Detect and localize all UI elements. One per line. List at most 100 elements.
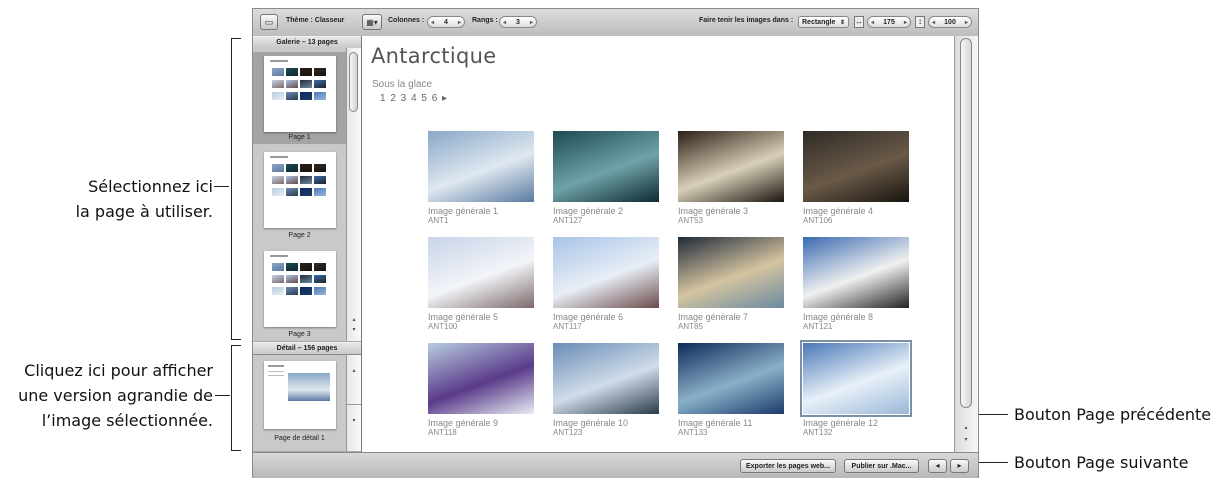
detail-label: Page de détail 1 [274,435,325,442]
right-arrow-icon: ▸ [957,461,962,470]
annotation-bracket [231,38,232,340]
preview-scrollbar[interactable]: ▴ ▾ [954,36,978,452]
theme-label: Thème : Classeur [286,17,345,24]
toolbar: ▭ Thème : Classeur ▦▾ Colonnes : ◂ 4 ▸ R… [253,9,978,37]
increment-icon[interactable]: ▸ [965,19,968,26]
decrement-icon[interactable]: ◂ [503,19,506,26]
gallery-scrollbar[interactable]: ▴ ▾ [346,48,361,341]
page-label: Page 1 [288,134,311,141]
increment-icon[interactable]: ▸ [904,19,907,26]
scroll-down-icon[interactable]: ▾ [347,417,361,424]
photo-thumbnail[interactable] [678,237,784,308]
height-stepper[interactable]: ◂ 100 ▸ [928,16,972,28]
image-code: ANT85 [678,322,703,331]
bottom-bar: Exporter les pages web... Publier sur .M… [253,452,978,478]
mini-photo [272,68,284,76]
mini-photo [286,188,298,196]
theme-button[interactable]: ▭ [260,14,278,30]
fit-select[interactable]: Rectangle ⇕ [798,16,849,28]
photo-thumbnail[interactable] [678,343,784,414]
image-caption: Image générale 11 [678,418,753,428]
mini-photo [286,287,298,295]
image-code: ANT118 [428,428,457,437]
photo-thumbnail[interactable] [553,237,659,308]
mini-photo [314,287,326,295]
decrement-icon[interactable]: ◂ [431,19,434,26]
columns-value: 4 [444,18,448,26]
image-caption: Image générale 12 [803,418,879,428]
photo-thumbnail[interactable] [428,343,534,414]
mini-photo [286,68,298,76]
page-subtitle: Sous la glace [372,79,433,90]
detail-scrollbar[interactable]: ▴ ▾ [346,355,361,451]
image-caption: Image générale 1 [428,206,499,216]
page-thumbnail [264,56,336,132]
layout-icon: ▦▾ [366,17,378,27]
image-code: ANT123 [553,428,583,437]
annotation-bracket [231,345,232,451]
image-caption: Image générale 3 [678,206,749,216]
publish-mac-button[interactable]: Publier sur .Mac... [844,459,919,473]
gallery-page-2[interactable]: Page 2 [253,152,346,244]
mini-photo [314,275,326,283]
mini-photo [300,275,312,283]
mini-photo [286,176,298,184]
mini-photo [286,92,298,100]
previous-page-button[interactable]: ◂ [928,459,947,473]
mini-photo [314,68,326,76]
decrement-icon[interactable]: ◂ [932,19,935,26]
left-arrow-icon: ◂ [935,461,940,470]
mini-photo [300,176,312,184]
photo-thumbnail[interactable] [428,131,534,202]
photo-thumbnail[interactable] [803,237,909,308]
scroll-thumb[interactable] [960,38,972,408]
mini-photo [272,275,284,283]
annotation-select-page: Sélectionnez ici la page à utiliser. [60,174,213,224]
gallery-page-3[interactable]: Page 3 [253,251,346,343]
photo-thumbnail[interactable] [553,131,659,202]
photo-thumbnail[interactable] [678,131,784,202]
mini-photo [286,275,298,283]
fit-label: Faire tenir les images dans : [699,17,794,24]
thumbnail-grid [272,164,328,196]
annotation-bracket-top [231,345,241,346]
mini-photo [286,164,298,172]
next-page-button[interactable]: ▸ [950,459,969,473]
photo-thumbnail[interactable] [428,237,534,308]
width-stepper[interactable]: ◂ 175 ▸ [867,16,911,28]
scroll-down-icon[interactable]: ▾ [347,326,361,333]
scroll-up-icon[interactable]: ▴ [959,424,973,431]
rows-stepper[interactable]: ◂ 3 ▸ [499,16,537,28]
export-web-pages-button[interactable]: Exporter les pages web... [740,459,836,473]
page-navigation[interactable]: 1 2 3 4 5 6 ▸ [380,93,448,104]
layout-menu-button[interactable]: ▦▾ [362,14,382,30]
scroll-thumb[interactable] [349,52,358,112]
annotation-leader [214,186,229,187]
annotation-click-detail: Cliquez ici pour afficher une version ag… [0,358,213,433]
image-caption: Image générale 7 [678,312,749,322]
mini-photo [300,68,312,76]
photo-thumbnail[interactable] [553,343,659,414]
updown-icon: ⇕ [839,19,845,26]
gallery-page-1[interactable]: Page 1 [253,52,346,144]
sidebar: Galerie – 13 pages Page 1 Page 2 Page 3 … [253,36,362,452]
fit-value: Rectangle [802,18,836,26]
detail-page-1[interactable]: Page de détail 1 [253,355,346,451]
image-caption: Image générale 2 [553,206,624,216]
annotation-line: Cliquez ici pour afficher [24,361,213,380]
increment-icon[interactable]: ▸ [530,19,533,26]
image-code: ANT133 [678,428,708,437]
image-code: ANT117 [553,322,582,331]
mini-photo [300,164,312,172]
mini-photo [272,80,284,88]
increment-icon[interactable]: ▸ [458,19,461,26]
annotation-line: une version agrandie de [18,386,213,405]
decrement-icon[interactable]: ◂ [871,19,874,26]
thumbnail-title [270,255,288,257]
scroll-up-icon[interactable]: ▴ [347,367,361,374]
columns-stepper[interactable]: ◂ 4 ▸ [427,16,465,28]
scroll-down-icon[interactable]: ▾ [959,436,973,443]
scroll-up-icon[interactable]: ▴ [347,316,361,323]
photo-thumbnail[interactable] [803,131,909,202]
image-code: ANT127 [553,216,583,225]
